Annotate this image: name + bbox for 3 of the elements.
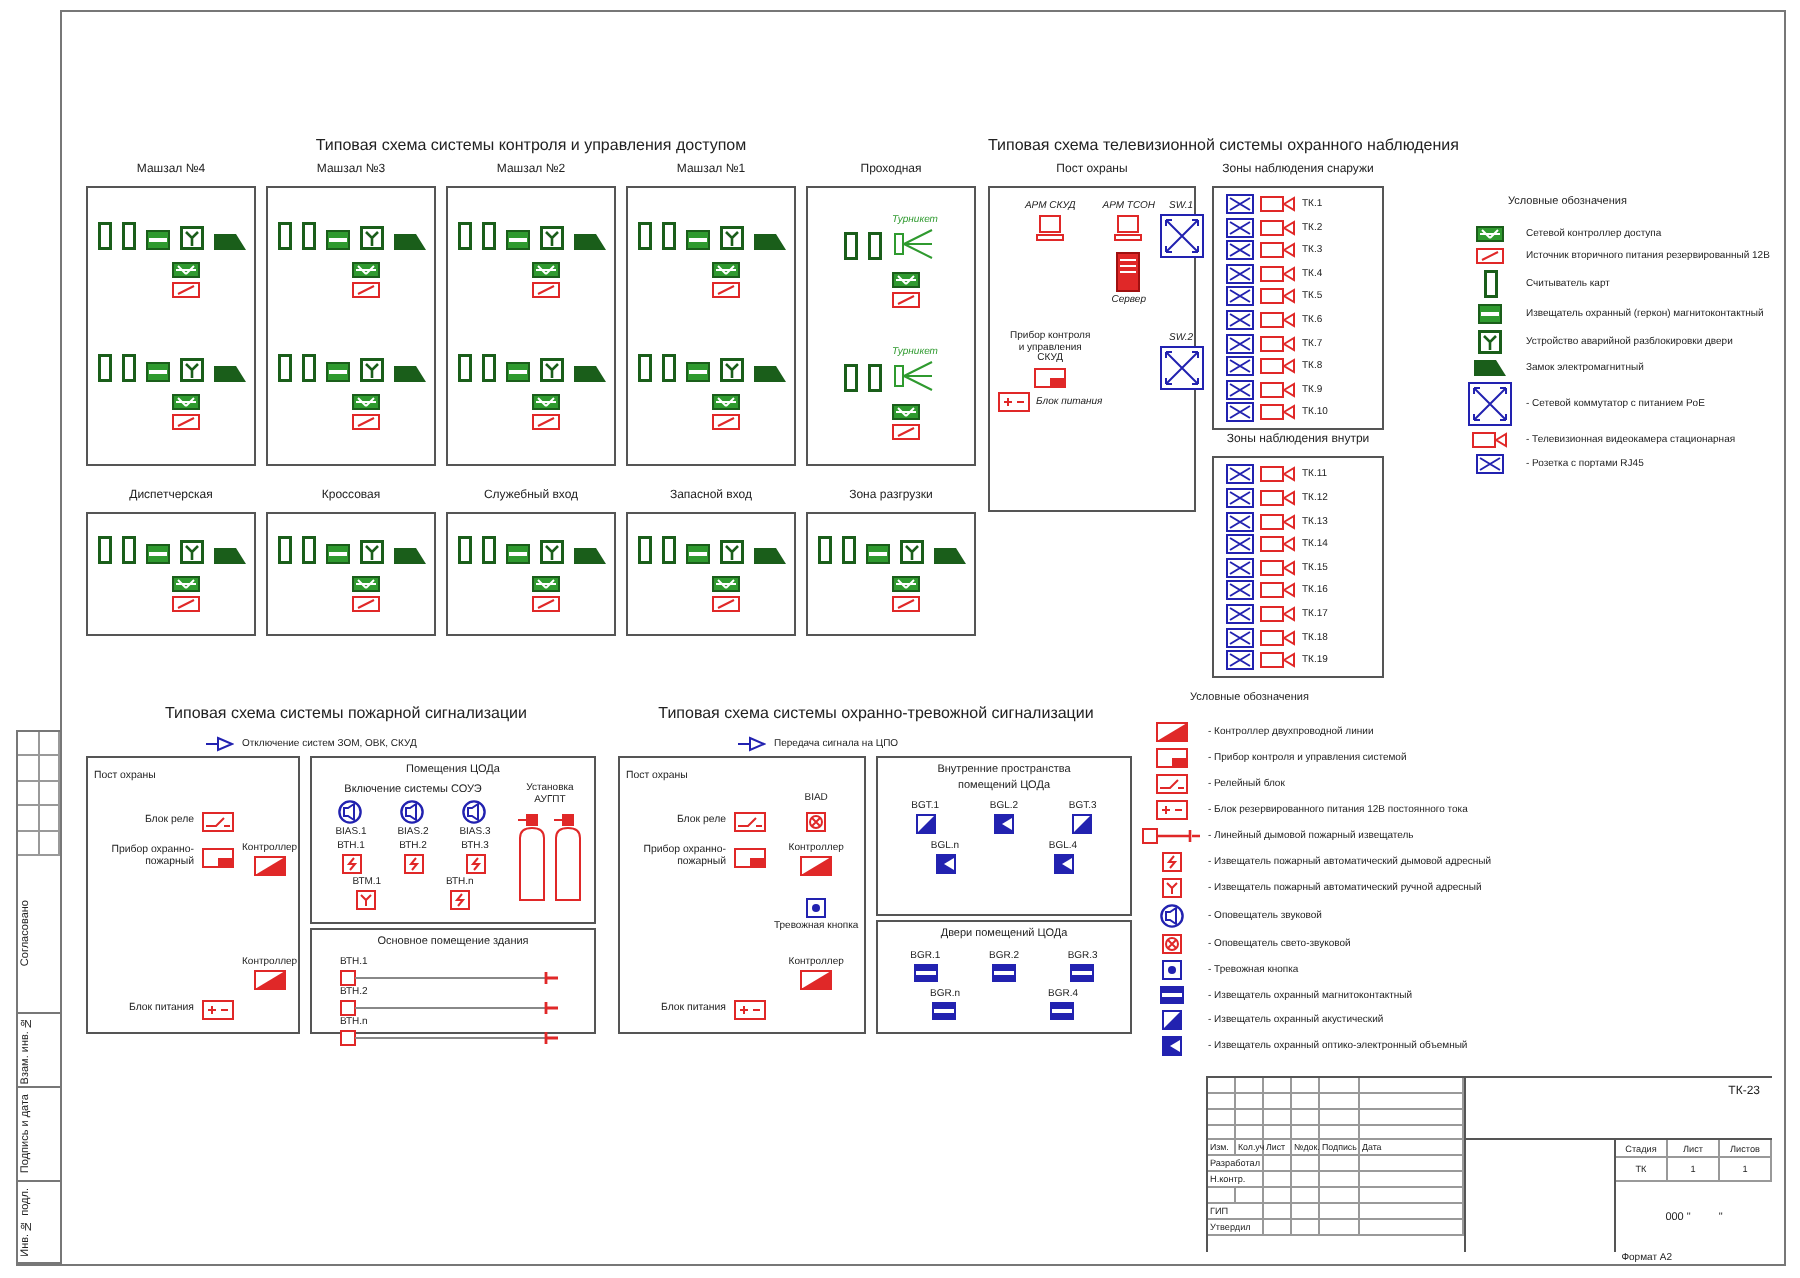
diagram-title: Типовая схема системы пожарной сигнализации bbox=[163, 704, 529, 727]
diagram-title: Типовая схема системы контроля и управления доступом bbox=[313, 136, 749, 158]
diagram-title: Типовая схема системы охранно-тревожной сигнализации bbox=[656, 704, 1096, 727]
